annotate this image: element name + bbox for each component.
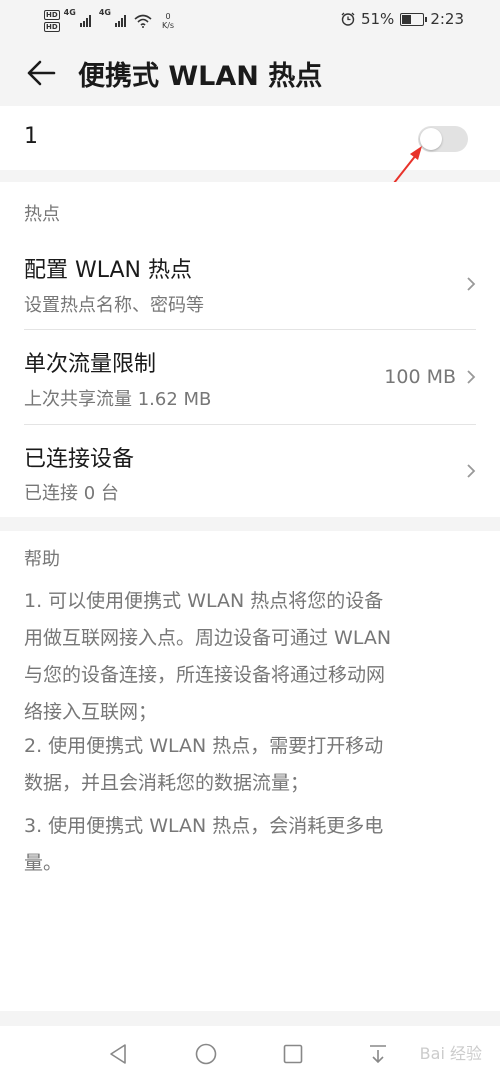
page-title: 便携式 WLAN 热点 bbox=[78, 61, 323, 92]
item-title: 单次流量限制 bbox=[24, 352, 157, 377]
help-paragraph-3: 3. 使用便携式 WLAN 热点，会消耗更多电 量。 bbox=[24, 808, 484, 882]
section-header-help: 帮助 bbox=[24, 549, 60, 570]
data-limit-value: 100 MB bbox=[384, 366, 456, 388]
app-bar: 便携式 WLAN 热点 bbox=[0, 42, 500, 106]
alarm-icon bbox=[341, 12, 355, 26]
status-bar-left: HD HD 4G 4G 0 K/s bbox=[44, 6, 174, 36]
item-title: 已连接设备 bbox=[24, 447, 135, 472]
help-line: 与您的设备连接，所连接设备将通过移动网 bbox=[24, 664, 386, 686]
help-line: 1. 可以使用便携式 WLAN 热点将您的设备 bbox=[24, 590, 384, 612]
watermark-logo: Bai 经验 bbox=[419, 1044, 482, 1063]
notification-down-icon[interactable] bbox=[366, 1042, 390, 1066]
connected-devices-item[interactable]: 已连接设备 已连接 0 台 bbox=[0, 425, 500, 517]
help-line: 量。 bbox=[24, 852, 63, 874]
recents-square-icon[interactable] bbox=[281, 1042, 305, 1066]
battery-percent: 51% bbox=[360, 10, 395, 28]
network-type-1: 4G bbox=[63, 8, 76, 17]
item-subtitle: 上次共享流量 1.62 MB bbox=[24, 389, 212, 410]
help-line: 数据，并且会消耗您的数据流量； bbox=[24, 772, 310, 794]
arrow-left-icon[interactable] bbox=[26, 58, 56, 88]
signal-icon-2 bbox=[114, 15, 126, 27]
network-speed-unit: K/s bbox=[161, 21, 175, 30]
help-line: 3. 使用便携式 WLAN 热点，会消耗更多电 bbox=[24, 815, 384, 837]
hd-badge-1: HD bbox=[44, 10, 60, 20]
help-line: 用做互联网接入点。周边设备可通过 WLAN bbox=[24, 627, 392, 649]
help-card: 帮助 1. 可以使用便携式 WLAN 热点将您的设备 用做互联网接入点。周边设备… bbox=[0, 531, 500, 1011]
battery-icon bbox=[400, 12, 428, 26]
chevron-right-icon bbox=[467, 464, 476, 478]
help-line: 络接入互联网； bbox=[24, 701, 158, 723]
help-paragraph-2: 2. 使用便携式 WLAN 热点，需要打开移动 数据，并且会消耗您的数据流量； bbox=[24, 728, 484, 802]
data-limit-item[interactable]: 单次流量限制 上次共享流量 1.62 MB 100 MB bbox=[0, 330, 500, 424]
help-line: 2. 使用便携式 WLAN 热点，需要打开移动 bbox=[24, 735, 384, 757]
wifi-icon bbox=[134, 14, 152, 28]
battery-fill bbox=[402, 14, 412, 24]
home-circle-icon[interactable] bbox=[194, 1042, 218, 1066]
status-bar-right: 51% 2:23 bbox=[341, 10, 464, 28]
section-header-hotspot: 热点 bbox=[24, 204, 60, 225]
network-speed: 0 K/s bbox=[162, 12, 174, 30]
chevron-right-icon bbox=[467, 277, 476, 291]
network-speed-value: 0 bbox=[165, 12, 171, 21]
network-type-2: 4G bbox=[98, 8, 111, 17]
item-subtitle: 设置热点名称、密码等 bbox=[24, 295, 204, 316]
configure-hotspot-item[interactable]: 配置 WLAN 热点 设置热点名称、密码等 bbox=[0, 234, 500, 329]
hd-badge-2: HD bbox=[44, 22, 60, 32]
signal-icon bbox=[79, 15, 91, 27]
back-triangle-icon[interactable] bbox=[106, 1042, 130, 1066]
item-title: 配置 WLAN 热点 bbox=[24, 258, 193, 283]
status-bar: HD HD 4G 4G 0 K/s 51% 2:23 bbox=[0, 0, 500, 42]
clock: 2:23 bbox=[430, 10, 464, 28]
help-paragraph-1: 1. 可以使用便携式 WLAN 热点将您的设备 用做互联网接入点。周边设备可通过… bbox=[24, 583, 484, 731]
system-nav-bar: Bai 经验 bbox=[0, 1026, 500, 1083]
item-subtitle: 已连接 0 台 bbox=[24, 483, 119, 504]
hotspot-settings-card: 热点 配置 WLAN 热点 设置热点名称、密码等 单次流量限制 上次共享流量 1… bbox=[0, 182, 500, 517]
hotspot-toggle-label: 1 bbox=[24, 124, 38, 149]
chevron-right-icon bbox=[467, 370, 476, 384]
